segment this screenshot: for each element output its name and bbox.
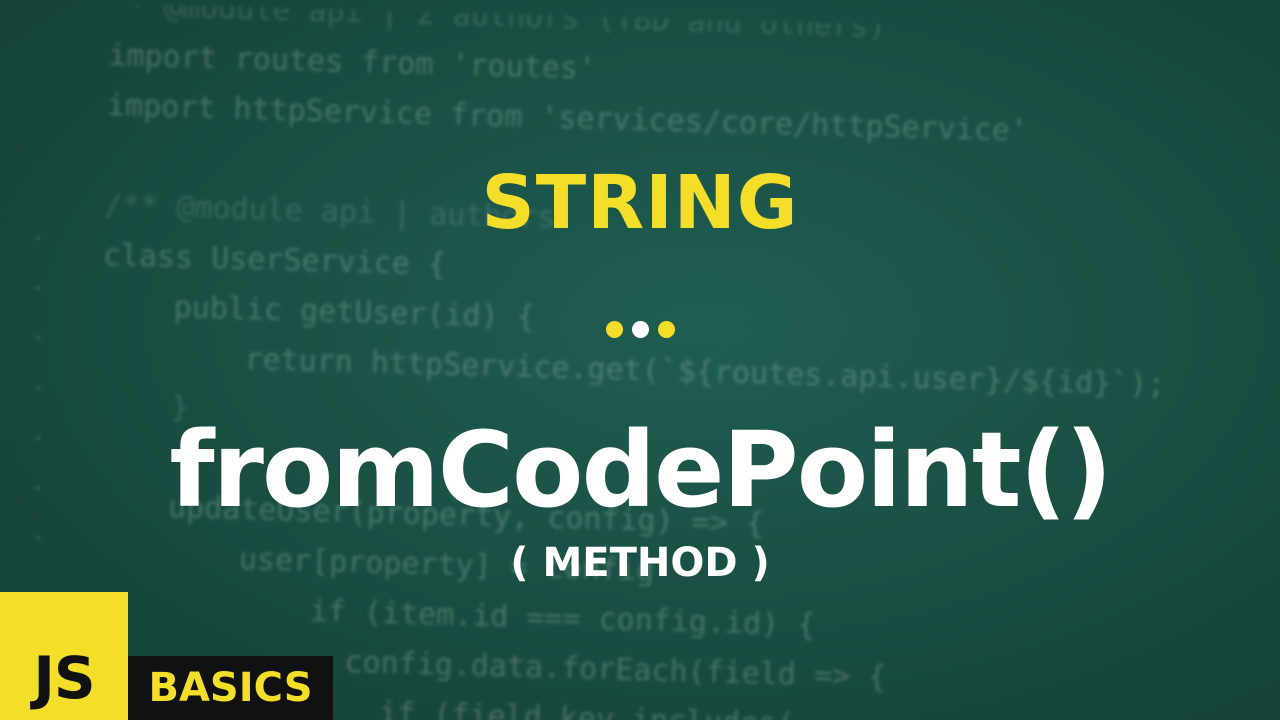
basics-label: BASICS bbox=[148, 665, 313, 711]
ellipsis-dots bbox=[606, 321, 676, 341]
category-title: STRING bbox=[481, 160, 799, 246]
yellow-dot-icon bbox=[606, 321, 623, 338]
code-line: return httpService.get(`${routes.api.use… bbox=[99, 337, 1166, 403]
background-code: * @module api | 2 authors (TBD and other… bbox=[0, 0, 1280, 720]
basics-badge: BASICS bbox=[128, 656, 333, 720]
js-logo-text: JS bbox=[33, 644, 95, 712]
method-subtitle: ( METHOD ) bbox=[510, 540, 770, 586]
method-title: fromCodePoint() bbox=[169, 409, 1112, 531]
white-dot-icon bbox=[632, 321, 649, 338]
yellow-dot-icon bbox=[658, 321, 675, 338]
js-logo-badge: JS bbox=[0, 592, 128, 720]
